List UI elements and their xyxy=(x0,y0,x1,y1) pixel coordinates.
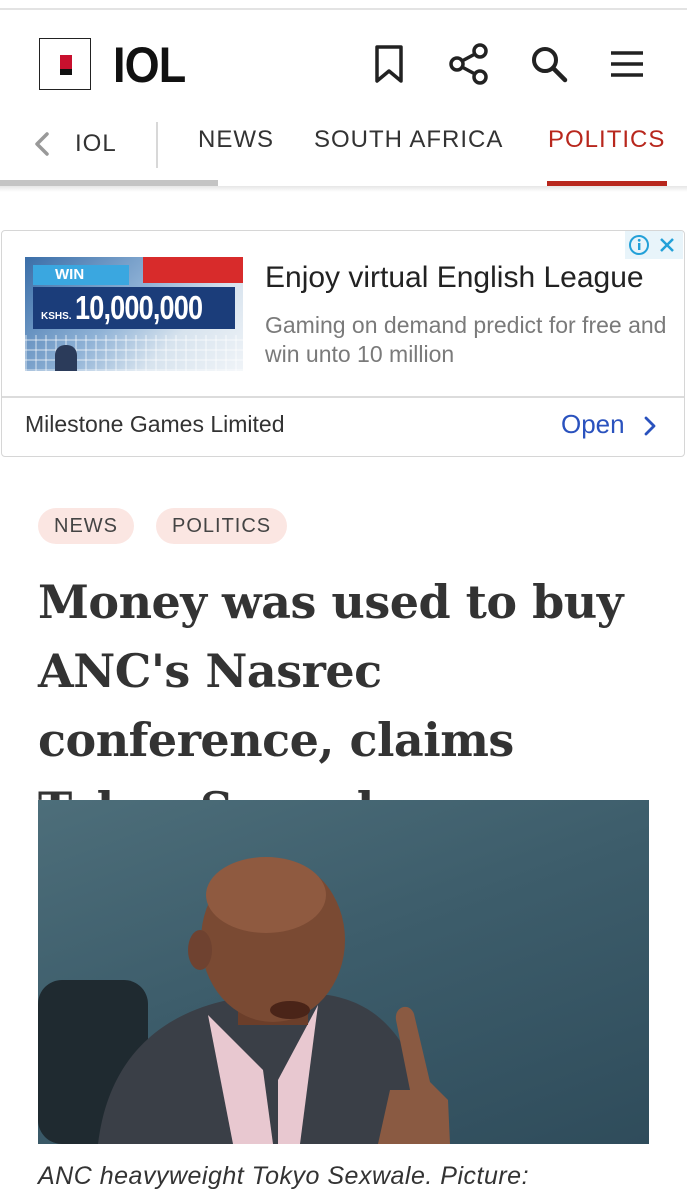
photo-caption: ANC heavyweight Tokyo Sexwale. Picture: xyxy=(38,1162,530,1190)
tab-news[interactable]: NEWS xyxy=(198,126,274,154)
share-icon[interactable] xyxy=(447,42,491,86)
nav-shadow xyxy=(0,186,687,192)
advertisement-card[interactable]: WIN KSHS. 10,000,000 Enjoy virtual Engli… xyxy=(1,230,685,457)
ad-choices-badge[interactable] xyxy=(625,231,683,259)
ad-win-label: WIN xyxy=(33,265,129,285)
ad-image[interactable]: WIN KSHS. 10,000,000 xyxy=(25,257,243,371)
tab-south-africa[interactable]: SOUTH AFRICA xyxy=(314,126,503,154)
ad-player-figure xyxy=(55,345,77,371)
ad-title[interactable]: Enjoy virtual English League xyxy=(265,261,644,295)
menu-icon[interactable] xyxy=(605,42,649,86)
iol-logo-mark[interactable] xyxy=(39,38,91,90)
logo-black-block xyxy=(60,69,72,75)
section-nav: IOL NEWS SOUTH AFRICA POLITICS xyxy=(0,112,687,188)
nav-divider xyxy=(156,122,158,168)
nav-home-link[interactable]: IOL xyxy=(75,130,117,158)
tag-politics[interactable]: POLITICS xyxy=(156,508,288,544)
ad-advertiser-name: Milestone Games Limited xyxy=(25,411,285,437)
ad-red-shape xyxy=(143,257,243,283)
site-header: IOL xyxy=(0,20,687,112)
ad-open-button[interactable]: Open xyxy=(561,409,625,440)
ad-info-icon[interactable] xyxy=(625,231,653,259)
bookmark-icon[interactable] xyxy=(367,42,411,86)
tab-politics[interactable]: POLITICS xyxy=(548,126,665,154)
ad-currency-label: KSHS. xyxy=(41,311,72,322)
search-icon[interactable] xyxy=(527,42,571,86)
tag-news[interactable]: NEWS xyxy=(38,508,134,544)
ad-description: Gaming on demand predict for free and wi… xyxy=(265,312,667,367)
ad-amount-label: 10,000,000 xyxy=(75,289,203,326)
photo-illustration xyxy=(38,857,450,1144)
article-photo xyxy=(38,800,649,1144)
ad-close-icon[interactable] xyxy=(653,231,681,259)
chevron-left-icon[interactable] xyxy=(28,130,56,158)
chevron-right-icon[interactable] xyxy=(639,415,661,437)
ad-divider xyxy=(2,396,684,398)
site-logo-text[interactable]: IOL xyxy=(113,35,186,95)
top-divider xyxy=(0,8,687,10)
